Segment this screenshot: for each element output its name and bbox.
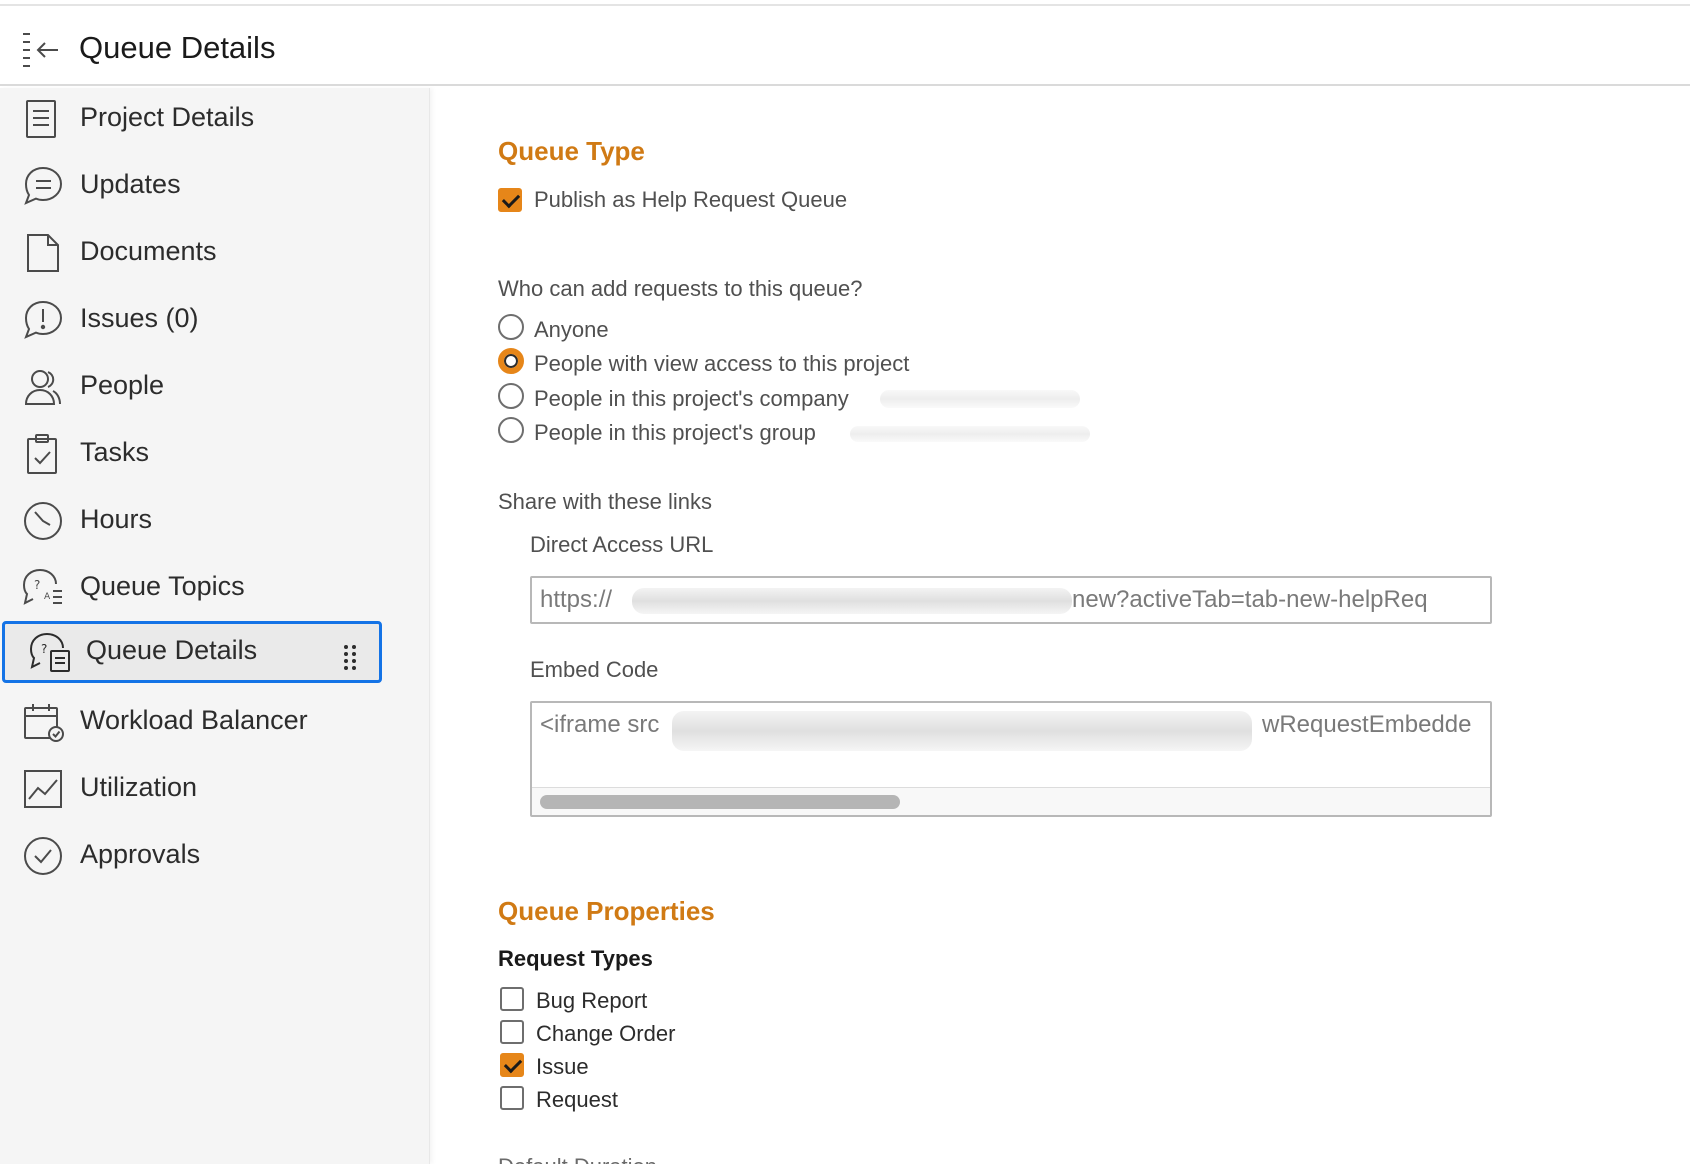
sidebar-item-label: Queue Details [86,635,258,665]
sidebar-item-label: Project Details [80,102,255,132]
sidebar-item-utilization[interactable]: Utilization [0,758,430,822]
who-can-add-label: Who can add requests to this queue? [498,276,863,301]
collapse-sidebar-icon[interactable] [20,28,64,72]
embed-code-start: <iframe src [540,711,660,738]
radio-anyone[interactable] [498,314,524,340]
embed-code-end: wRequestEmbedde [1262,711,1472,738]
queue-details-icon: ? [27,629,73,675]
checkbox-bug-report-label: Bug Report [536,988,648,1013]
drag-handle-icon[interactable] [343,644,357,670]
clipboard-check-icon [20,431,66,477]
people-icon [20,364,66,410]
sidebar-item-label: Hours [80,504,153,534]
queue-topics-icon: ? A [20,565,66,611]
radio-anyone-label: Anyone [534,317,609,342]
radio-group[interactable] [498,417,524,443]
horizontal-scrollbar[interactable] [532,787,1490,815]
sidebar-item-label: People [80,370,165,400]
sidebar-item-label: Utilization [80,772,198,802]
redacted-area [850,426,1090,442]
sidebar-item-label: Issues (0) [80,303,199,333]
share-links-label: Share with these links [498,489,712,514]
sidebar-item-queue-details[interactable]: ? Queue Details [2,621,382,683]
redacted-url [632,588,1072,614]
sidebar-item-hours[interactable]: Hours [0,490,430,554]
redacted-area [880,390,1080,408]
checkbox-request[interactable] [500,1086,524,1110]
scrollbar-thumb[interactable] [540,795,900,809]
checkbox-bug-report[interactable] [500,987,524,1011]
calendar-check-icon [20,699,66,745]
checkbox-request-label: Request [536,1087,618,1112]
sidebar-item-label: Approvals [80,839,201,869]
radio-company-label: People in this project's company [534,386,849,411]
svg-text:?: ? [41,642,47,656]
main-content: Queue Type Publish as Help Request Queue… [430,88,1690,1164]
svg-text:A: A [44,592,51,602]
direct-access-url-field[interactable]: https:// new?activeTab=tab-new-helpReq [530,576,1492,624]
redacted-embed [672,711,1252,751]
checkbox-change-order-label: Change Order [536,1021,676,1046]
request-types-label: Request Types [498,946,653,971]
embed-code-field[interactable]: <iframe src wRequestEmbedde [530,701,1492,817]
sidebar-item-label: Updates [80,169,181,199]
radio-view-access-label: People with view access to this project [534,351,910,376]
default-duration-label: Default Duration [498,1154,657,1164]
sidebar-item-label: Queue Topics [80,571,245,601]
clock-icon [20,498,66,544]
sidebar-item-queue-topics[interactable]: ? A Queue Topics [0,557,430,621]
radio-group-label: People in this project's group [534,420,816,445]
page-title: Queue Details [79,30,276,65]
sidebar-item-issues[interactable]: Issues (0) [0,289,430,353]
radio-company[interactable] [498,383,524,409]
sidebar-item-documents[interactable]: Documents [0,222,430,286]
direct-url-start: https:// [540,586,613,613]
check-circle-icon [20,833,66,879]
direct-url-end: new?activeTab=tab-new-helpReq [1072,586,1428,613]
sidebar-item-people[interactable]: People [0,356,430,420]
checkbox-change-order[interactable] [500,1020,524,1044]
sidebar-item-label: Documents [80,236,217,266]
queue-properties-heading: Queue Properties [498,896,715,926]
sidebar: Project Details Updates Documents Issues… [0,88,430,1164]
sidebar-item-workload-balancer[interactable]: Workload Balancer [0,691,430,755]
direct-access-url-label: Direct Access URL [530,532,714,557]
file-icon [20,230,66,276]
document-lines-icon [20,96,66,142]
radio-view-access[interactable] [498,348,524,374]
line-chart-icon [20,766,66,812]
sidebar-item-approvals[interactable]: Approvals [0,825,430,889]
checkbox-issue-label: Issue [536,1054,589,1079]
sidebar-item-tasks[interactable]: Tasks [0,423,430,487]
embed-code-label: Embed Code [530,657,659,682]
queue-type-heading: Queue Type [498,136,645,166]
sidebar-item-project-details[interactable]: Project Details [0,88,430,152]
sidebar-item-updates[interactable]: Updates [0,155,430,219]
chat-bubble-icon [20,163,66,209]
alert-bubble-icon [20,297,66,343]
checkbox-issue[interactable] [500,1053,524,1077]
svg-text:?: ? [34,578,40,592]
sidebar-item-label: Tasks [80,437,150,467]
sidebar-item-label: Workload Balancer [80,705,308,735]
page-header: Queue Details [0,6,1690,86]
publish-help-request-label: Publish as Help Request Queue [534,187,848,212]
publish-help-request-checkbox[interactable] [498,188,522,212]
